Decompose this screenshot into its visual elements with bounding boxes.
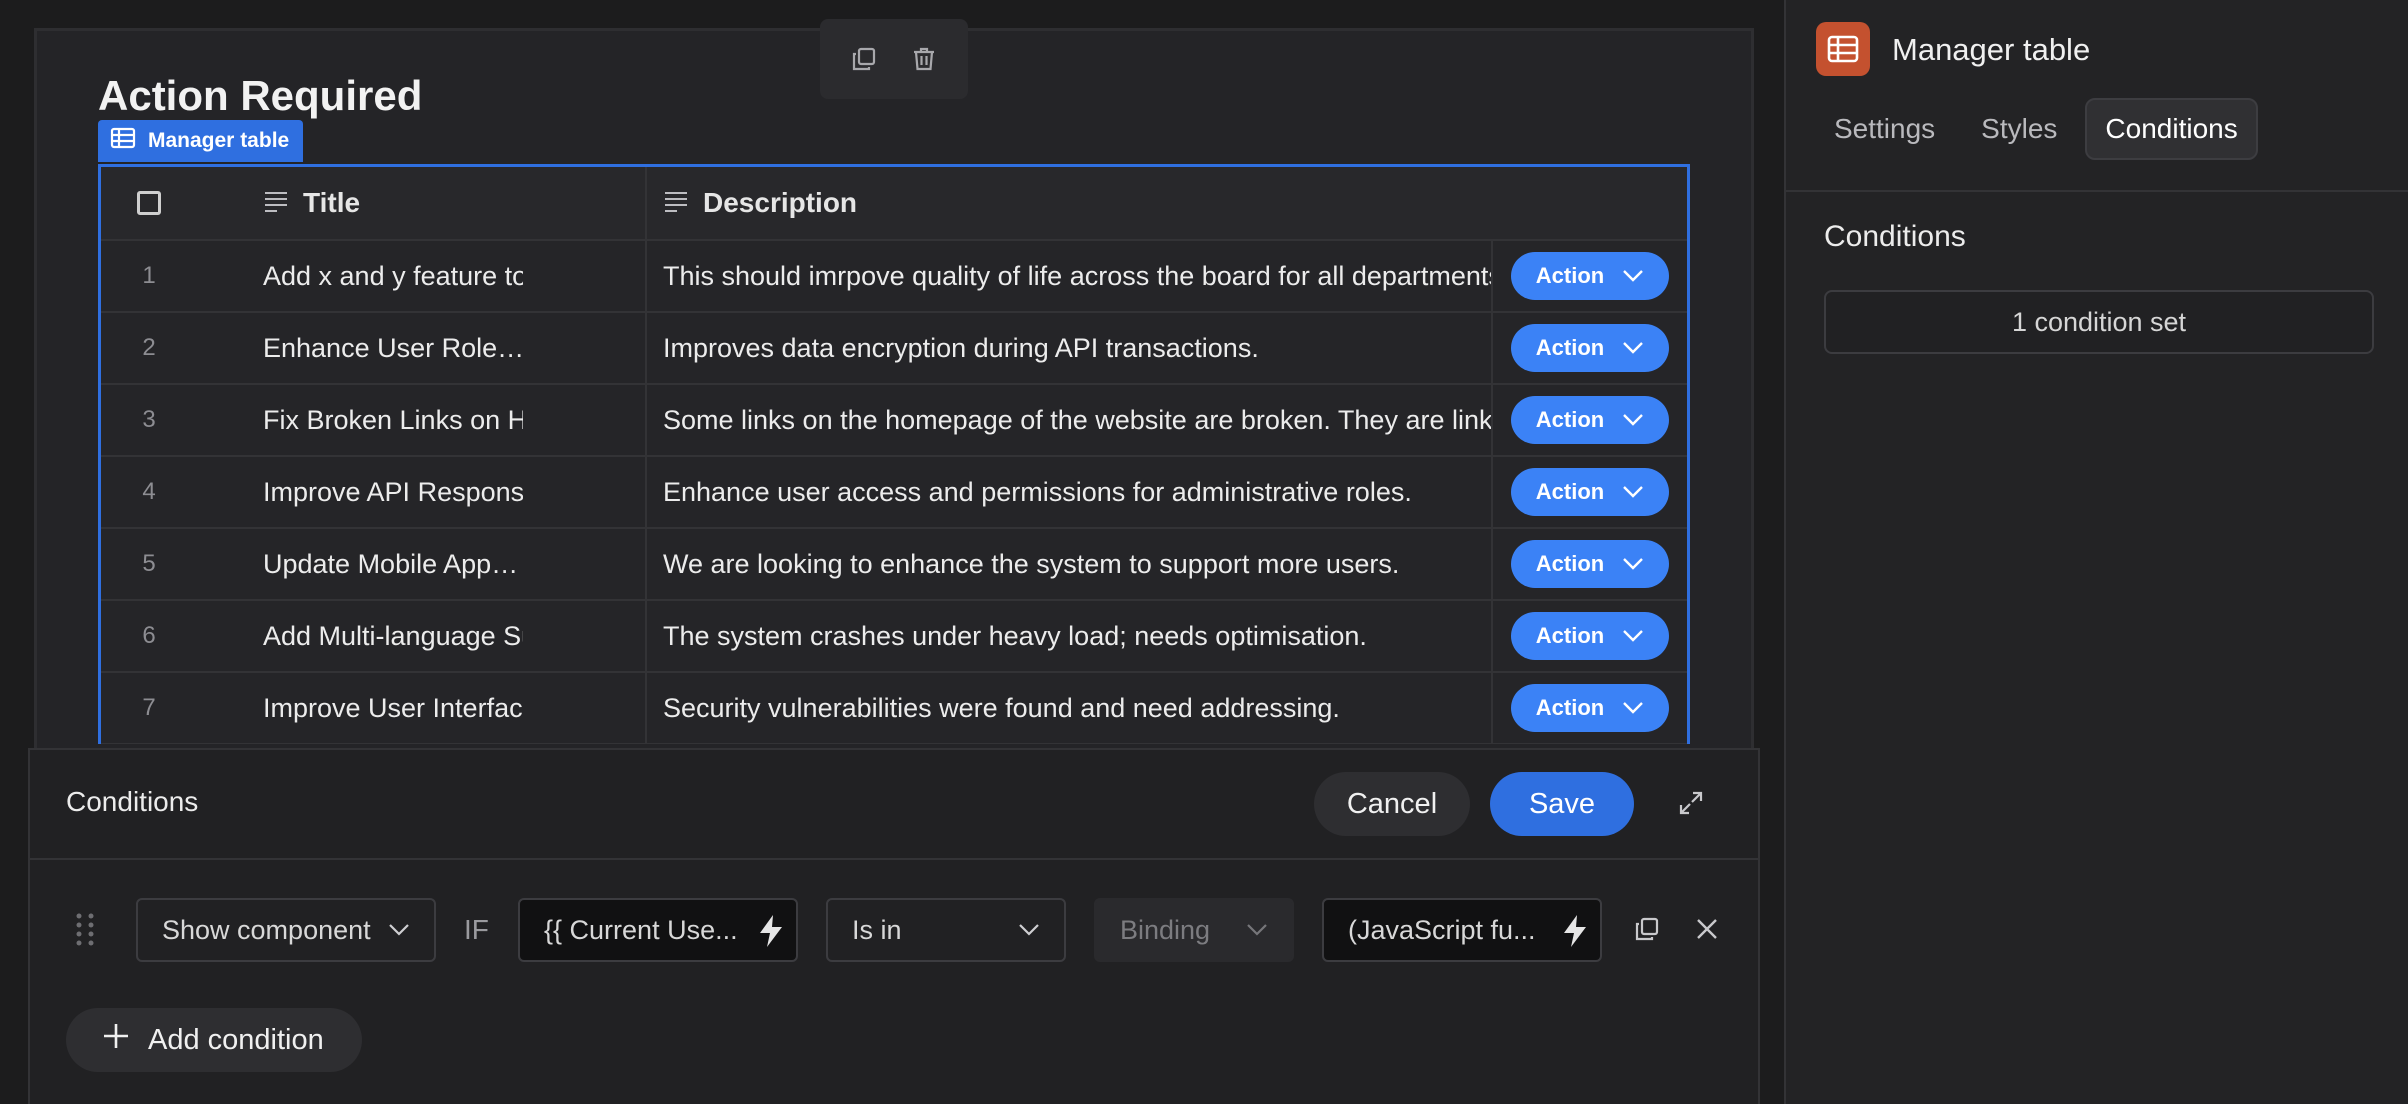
chevron-down-icon <box>1246 923 1268 937</box>
conditions-panel-title: Conditions <box>66 786 199 817</box>
row-title: Enhance User Role… <box>263 332 523 363</box>
row-description: This should imrpove quality of life acro… <box>645 241 1593 311</box>
row-title: Add x and y feature to the… <box>263 260 523 291</box>
column-header-title[interactable]: Title <box>197 167 523 239</box>
duplicate-icon[interactable] <box>1630 912 1664 946</box>
row-description: Enhance user access and permissions for … <box>645 457 1593 527</box>
column-header-description[interactable]: Description <box>645 167 1593 239</box>
inspector-title: Manager table <box>1892 32 2091 67</box>
row-action-button[interactable]: Action <box>1511 540 1669 588</box>
tab-settings[interactable]: Settings <box>1816 98 1953 160</box>
row-action-button[interactable]: Action <box>1511 252 1669 300</box>
expand-icon[interactable] <box>1674 786 1708 820</box>
row-action-button[interactable]: Action <box>1511 612 1669 660</box>
duplicate-icon[interactable] <box>849 44 879 74</box>
close-icon[interactable] <box>1690 912 1724 946</box>
condition-action-select[interactable]: Show component <box>136 898 436 962</box>
row-title: Improve API Response Times <box>263 476 523 507</box>
row-action-button[interactable]: Action <box>1511 468 1669 516</box>
drag-handle-icon[interactable] <box>74 912 96 953</box>
table-row[interactable]: 1 Add x and y feature to the… This shoul… <box>101 241 1687 313</box>
lightning-icon[interactable] <box>758 914 784 955</box>
tab-conditions[interactable]: Conditions <box>2085 98 2258 160</box>
row-description: Some links on the homepage of the websit… <box>645 385 1593 455</box>
table-row[interactable]: 6 Add Multi-language Support The system … <box>101 601 1687 673</box>
plus-icon <box>102 1022 130 1058</box>
chevron-down-icon <box>1622 551 1644 577</box>
row-action-button[interactable]: Action <box>1511 684 1669 732</box>
row-title: Update Mobile App… <box>263 548 519 579</box>
text-column-icon <box>663 187 689 219</box>
manager-table: Title Description 1 Add x and y feature … <box>98 164 1690 744</box>
add-condition-button[interactable]: Add condition <box>66 1008 362 1072</box>
row-index: 5 <box>142 550 156 577</box>
right-operand-input[interactable]: (JavaScript fu... <box>1322 898 1602 962</box>
table-icon <box>110 127 136 155</box>
condition-summary-button[interactable]: 1 condition set <box>1824 290 2374 354</box>
divider <box>1786 190 2408 192</box>
inspector-panel: Manager table Settings Styles Conditions… <box>1784 0 2408 1104</box>
row-title: Fix Broken Links on Homepage <box>263 404 523 435</box>
table-row[interactable]: 2 Enhance User Role… Improves data encry… <box>101 313 1687 385</box>
row-action-button[interactable]: Action <box>1511 324 1669 372</box>
section-title: Conditions <box>1824 220 1966 253</box>
chevron-down-icon <box>1622 479 1644 505</box>
table-icon <box>1816 22 1870 76</box>
page-title: Action Required <box>98 72 423 119</box>
table-row[interactable]: 7 Improve User Interface… Security vulne… <box>101 673 1687 744</box>
row-description: Security vulnerabilities were found and … <box>645 673 1593 743</box>
chevron-down-icon <box>1018 923 1040 937</box>
row-description: We are looking to enhance the system to … <box>645 529 1593 599</box>
row-index: 4 <box>142 478 156 505</box>
component-toolbar <box>820 19 968 99</box>
operator-select[interactable]: Is in <box>826 898 1066 962</box>
row-title: Add Multi-language Support <box>263 620 523 651</box>
component-tag[interactable]: Manager table <box>98 120 304 162</box>
chevron-down-icon <box>1622 263 1644 289</box>
row-index: 1 <box>142 262 156 289</box>
binding-select[interactable]: Binding <box>1094 898 1294 962</box>
text-column-icon <box>263 187 289 219</box>
tab-styles[interactable]: Styles <box>1963 98 2075 160</box>
if-label: IF <box>464 914 489 945</box>
row-index: 7 <box>142 694 156 721</box>
condition-row: Show component IF {{ Current Use... Is i… <box>30 898 1758 962</box>
select-all-checkbox[interactable] <box>137 191 161 215</box>
chevron-down-icon <box>1622 407 1644 433</box>
row-action-button[interactable]: Action <box>1511 396 1669 444</box>
lightning-icon[interactable] <box>1562 914 1588 955</box>
row-index: 2 <box>142 334 156 361</box>
chevron-down-icon <box>1622 623 1644 649</box>
chevron-down-icon <box>1622 695 1644 721</box>
table-row[interactable]: 3 Fix Broken Links on Homepage Some link… <box>101 385 1687 457</box>
chevron-down-icon <box>1622 335 1644 361</box>
conditions-panel-header: Conditions Cancel Save <box>30 750 1758 860</box>
component-tag-label: Manager table <box>148 129 290 152</box>
left-operand-input[interactable]: {{ Current Use... <box>518 898 798 962</box>
row-title: Improve User Interface… <box>263 692 523 723</box>
row-index: 3 <box>142 406 156 433</box>
save-button[interactable]: Save <box>1490 772 1634 836</box>
chevron-down-icon <box>388 923 410 937</box>
table-row[interactable]: 5 Update Mobile App… We are looking to e… <box>101 529 1687 601</box>
trash-icon[interactable] <box>909 44 939 74</box>
row-index: 6 <box>142 622 156 649</box>
conditions-panel: Conditions Cancel Save Show component IF… <box>28 748 1760 1104</box>
inspector-tabs: Settings Styles Conditions <box>1816 98 2258 160</box>
table-row[interactable]: 4 Improve API Response Times Enhance use… <box>101 457 1687 529</box>
table-header: Title Description <box>101 167 1687 241</box>
row-description: Improves data encryption during API tran… <box>645 313 1593 383</box>
row-description: The system crashes under heavy load; nee… <box>645 601 1593 671</box>
cancel-button[interactable]: Cancel <box>1314 772 1470 836</box>
